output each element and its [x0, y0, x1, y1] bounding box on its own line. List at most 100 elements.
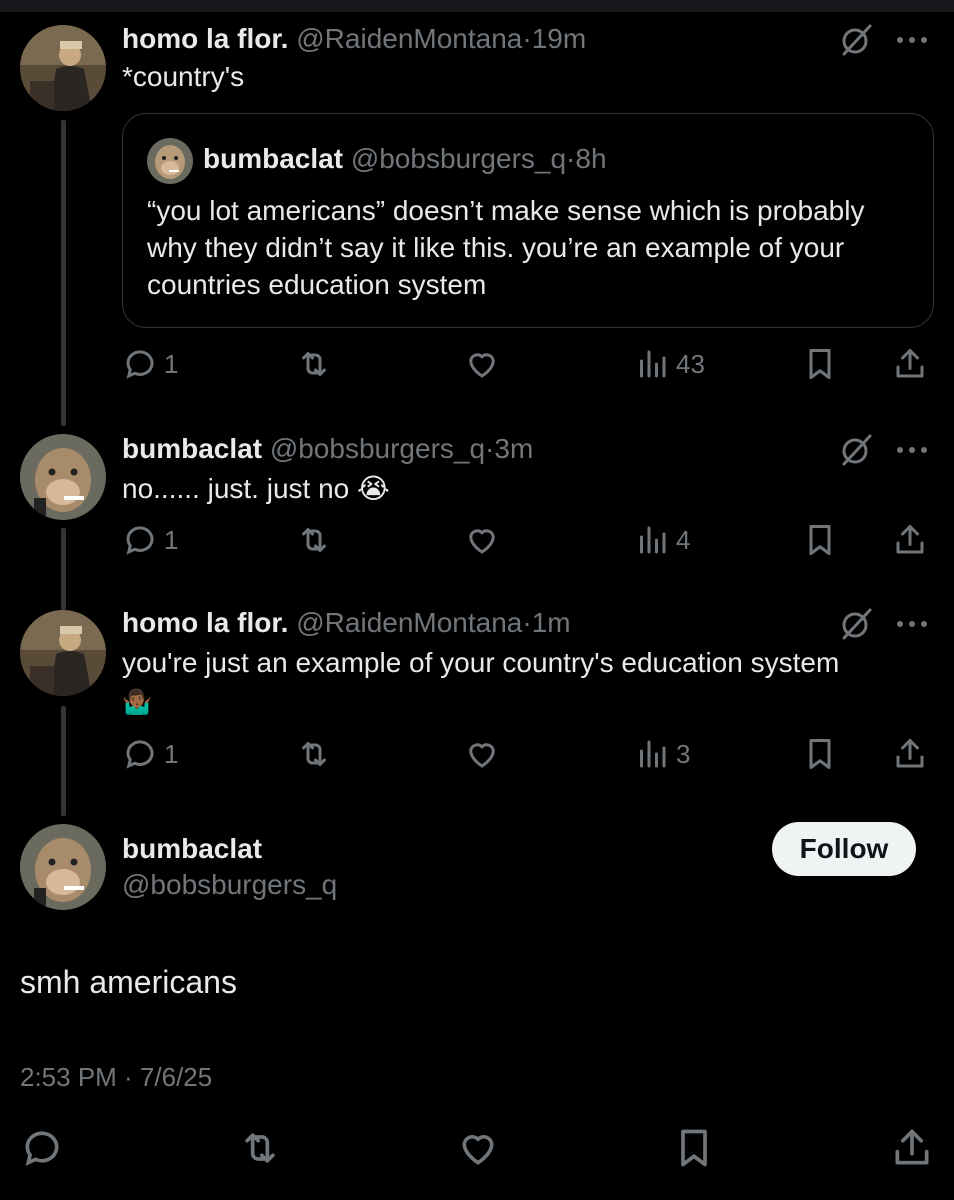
reply-count: 1 — [164, 524, 179, 555]
quote-header: bumbaclat @bobsburgers_q·8h — [203, 142, 607, 176]
like-button[interactable] — [464, 344, 500, 384]
bookmark-button[interactable] — [802, 344, 838, 384]
reply-button[interactable]: 1 — [122, 520, 178, 560]
reply-button[interactable] — [20, 1126, 64, 1170]
reply-button[interactable]: 1 — [122, 344, 178, 384]
tweet-actions: 1 43 — [0, 344, 954, 384]
view-count: 43 — [676, 348, 705, 379]
main-tweet-actions — [0, 1126, 954, 1172]
retweet-button[interactable] — [238, 1126, 282, 1170]
author-name[interactable]: homo la flor. — [122, 607, 288, 638]
tweet-actions: 1 3 — [0, 734, 954, 774]
more-icon[interactable] — [892, 440, 932, 460]
share-icon — [895, 1129, 929, 1165]
tweet-time[interactable]: 1m — [532, 607, 571, 638]
tweet-time[interactable]: 19m — [532, 23, 586, 54]
share-button[interactable] — [892, 520, 928, 560]
views-icon — [640, 740, 666, 768]
reply-icon — [126, 350, 154, 379]
tweet-header: homo la flor. @RaidenMontana·19m — [122, 22, 586, 56]
quote-avatar — [147, 138, 193, 184]
tweet-2[interactable]: bumbaclat @bobsburgers_q·3m no...... jus… — [0, 420, 954, 610]
main-avatar[interactable] — [20, 824, 106, 910]
shrug-emoji: 🤷🏾‍♂️ — [122, 689, 152, 716]
share-button[interactable] — [890, 1126, 934, 1170]
retweet-button[interactable] — [296, 520, 332, 560]
separator: · — [522, 23, 532, 54]
quote-author-name: bumbaclat — [203, 143, 344, 174]
bookmark-button[interactable] — [802, 520, 838, 560]
avatar-raidenmontana[interactable] — [20, 25, 106, 111]
view-count: 4 — [676, 524, 691, 555]
tweet-text-content: you're just an example of your country's… — [122, 647, 840, 678]
main-tweet-timestamp[interactable]: 2:53 PM · 7/6/25 — [20, 1060, 212, 1094]
bookmark-icon — [681, 1129, 707, 1167]
follow-button[interactable]: Follow — [772, 822, 916, 876]
author-name[interactable]: bumbaclat — [122, 433, 262, 464]
tweet-time[interactable]: 3m — [494, 433, 533, 464]
tweet-actions: 1 4 — [0, 520, 954, 560]
views-button[interactable]: 43 — [634, 344, 705, 384]
views-button[interactable]: 3 — [634, 734, 690, 774]
reply-icon — [25, 1131, 59, 1166]
tweet-text: no...... just. just no 😭 — [122, 473, 390, 504]
author-handle[interactable]: @RaidenMontana — [296, 23, 522, 54]
main-author-name[interactable]: bumbaclat — [122, 832, 262, 866]
views-button[interactable]: 4 — [634, 520, 690, 560]
reply-icon — [126, 526, 154, 555]
heart-icon — [469, 529, 495, 554]
grok-icon[interactable] — [838, 606, 874, 642]
heart-icon — [462, 1135, 494, 1165]
separator: · — [566, 143, 576, 174]
reply-count: 1 — [164, 738, 179, 769]
main-tweet-text: smh americans — [20, 964, 237, 1000]
more-icon[interactable] — [892, 30, 932, 50]
tweet-header: bumbaclat @bobsburgers_q·3m — [122, 432, 533, 466]
retweet-icon — [302, 528, 326, 552]
heart-icon — [469, 743, 495, 768]
bookmark-icon — [809, 739, 831, 769]
tweet-header: homo la flor. @RaidenMontana·1m — [122, 606, 571, 640]
tweet-3[interactable]: homo la flor. @RaidenMontana·1m you're j… — [0, 596, 954, 816]
reply-count: 1 — [164, 348, 179, 379]
share-button[interactable] — [892, 734, 928, 774]
author-handle[interactable]: @RaidenMontana — [296, 607, 522, 638]
author-handle[interactable]: @bobsburgers_q — [270, 433, 485, 464]
retweet-icon — [302, 742, 326, 766]
share-button[interactable] — [892, 344, 928, 384]
bookmark-icon — [809, 525, 831, 555]
tweet-text: you're just an example of your country's… — [122, 644, 912, 722]
reply-icon — [126, 740, 154, 769]
like-button[interactable] — [456, 1126, 500, 1170]
separator: · — [522, 607, 532, 638]
retweet-icon — [245, 1133, 275, 1163]
share-icon — [896, 739, 924, 768]
author-name[interactable]: homo la flor. — [122, 23, 288, 54]
reply-button[interactable]: 1 — [122, 734, 178, 774]
like-button[interactable] — [464, 734, 500, 774]
quoted-tweet[interactable]: bumbaclat @bobsburgers_q·8h “you lot ame… — [122, 113, 934, 328]
bookmark-button[interactable] — [672, 1126, 716, 1170]
bookmark-button[interactable] — [802, 734, 838, 774]
share-icon — [896, 349, 924, 378]
heart-icon — [469, 353, 495, 378]
bookmark-icon — [809, 349, 831, 379]
tweet-1[interactable]: homo la flor. @RaidenMontana·19m *countr… — [0, 0, 954, 426]
views-icon — [640, 526, 666, 554]
more-icon[interactable] — [892, 614, 932, 634]
avatar-bobsburgers[interactable] — [20, 434, 106, 520]
quote-time: 8h — [575, 143, 607, 174]
separator: · — [485, 433, 495, 464]
like-button[interactable] — [464, 520, 500, 560]
main-author-handle[interactable]: @bobsburgers_q — [122, 868, 337, 902]
retweet-icon — [302, 352, 326, 376]
grok-icon[interactable] — [838, 22, 874, 58]
grok-icon[interactable] — [838, 432, 874, 468]
retweet-button[interactable] — [296, 734, 332, 774]
share-icon — [896, 525, 924, 554]
avatar-raidenmontana[interactable] — [20, 610, 106, 696]
view-count: 3 — [676, 738, 691, 769]
quote-author-handle: @bobsburgers_q — [350, 143, 567, 174]
tweet-text: *country's — [122, 61, 245, 92]
retweet-button[interactable] — [296, 344, 332, 384]
